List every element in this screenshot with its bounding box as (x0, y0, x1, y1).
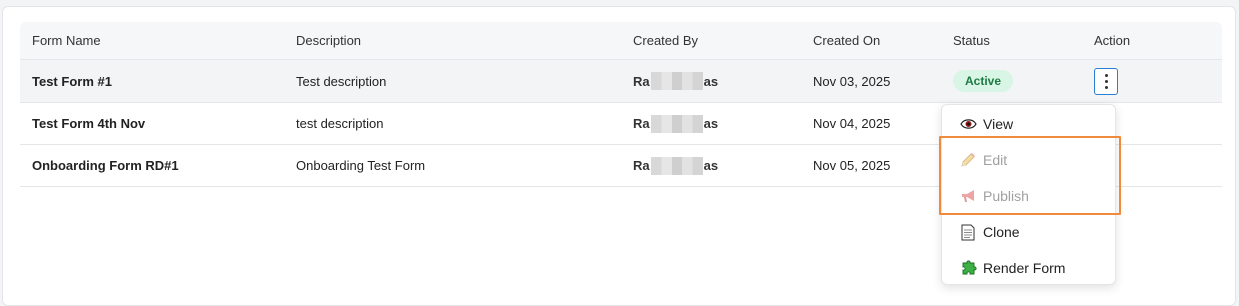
created-by: Ra as (633, 114, 719, 133)
menu-item-view[interactable]: View (959, 112, 1013, 136)
header-created-on: Created On (813, 33, 881, 48)
created-by: Ra as (633, 156, 719, 175)
created-by: Ra as (633, 72, 719, 90)
form-name: Test Form 4th Nov (32, 116, 146, 131)
form-name: Onboarding Form RD#1 (32, 158, 179, 173)
menu-item-label: Edit (983, 152, 1008, 168)
created-on: Nov 04, 2025 (813, 116, 891, 131)
created-on: Nov 05, 2025 (813, 158, 891, 173)
kebab-dot-icon (1104, 73, 1108, 77)
kebab-dot-icon (1104, 85, 1108, 89)
header-description: Description (296, 33, 362, 48)
row-actions-menu: View Edit Publish Clone Render Form (941, 104, 1116, 285)
form-name: Test Form #1 (32, 73, 112, 89)
menu-item-label: Render Form (983, 260, 1066, 276)
menu-item-publish[interactable]: Publish (959, 184, 1029, 208)
header-action: Action (1094, 33, 1131, 48)
menu-item-render-form[interactable]: Render Form (959, 256, 1065, 280)
redacted-name (650, 72, 703, 90)
form-description: Test description (296, 73, 387, 89)
megaphone-icon (959, 187, 977, 205)
menu-item-label: Publish (983, 188, 1029, 204)
form-description: test description (296, 116, 384, 131)
form-description: Onboarding Test Form (296, 158, 426, 173)
menu-item-label: View (983, 116, 1014, 132)
created-on: Nov 03, 2025 (813, 73, 891, 89)
redacted-name (650, 114, 703, 133)
puzzle-icon (959, 259, 977, 277)
table-header: Form Name Description Created By Created… (20, 22, 1222, 60)
pencil-icon (959, 151, 977, 169)
menu-item-edit[interactable]: Edit (959, 148, 1007, 172)
status-badge: Active (953, 70, 1014, 92)
eye-icon (959, 115, 977, 133)
header-created-by: Created By (633, 33, 699, 48)
table-row[interactable]: Test Form #1 Test description Ra as Nov … (20, 60, 1222, 103)
redacted-name (650, 156, 703, 175)
header-form-name: Form Name (32, 33, 101, 48)
row-actions-button[interactable] (1094, 67, 1118, 95)
document-icon (959, 223, 977, 241)
menu-item-clone[interactable]: Clone (959, 220, 1020, 244)
header-status: Status (953, 33, 990, 48)
menu-item-label: Clone (983, 224, 1020, 240)
kebab-dot-icon (1104, 79, 1108, 83)
